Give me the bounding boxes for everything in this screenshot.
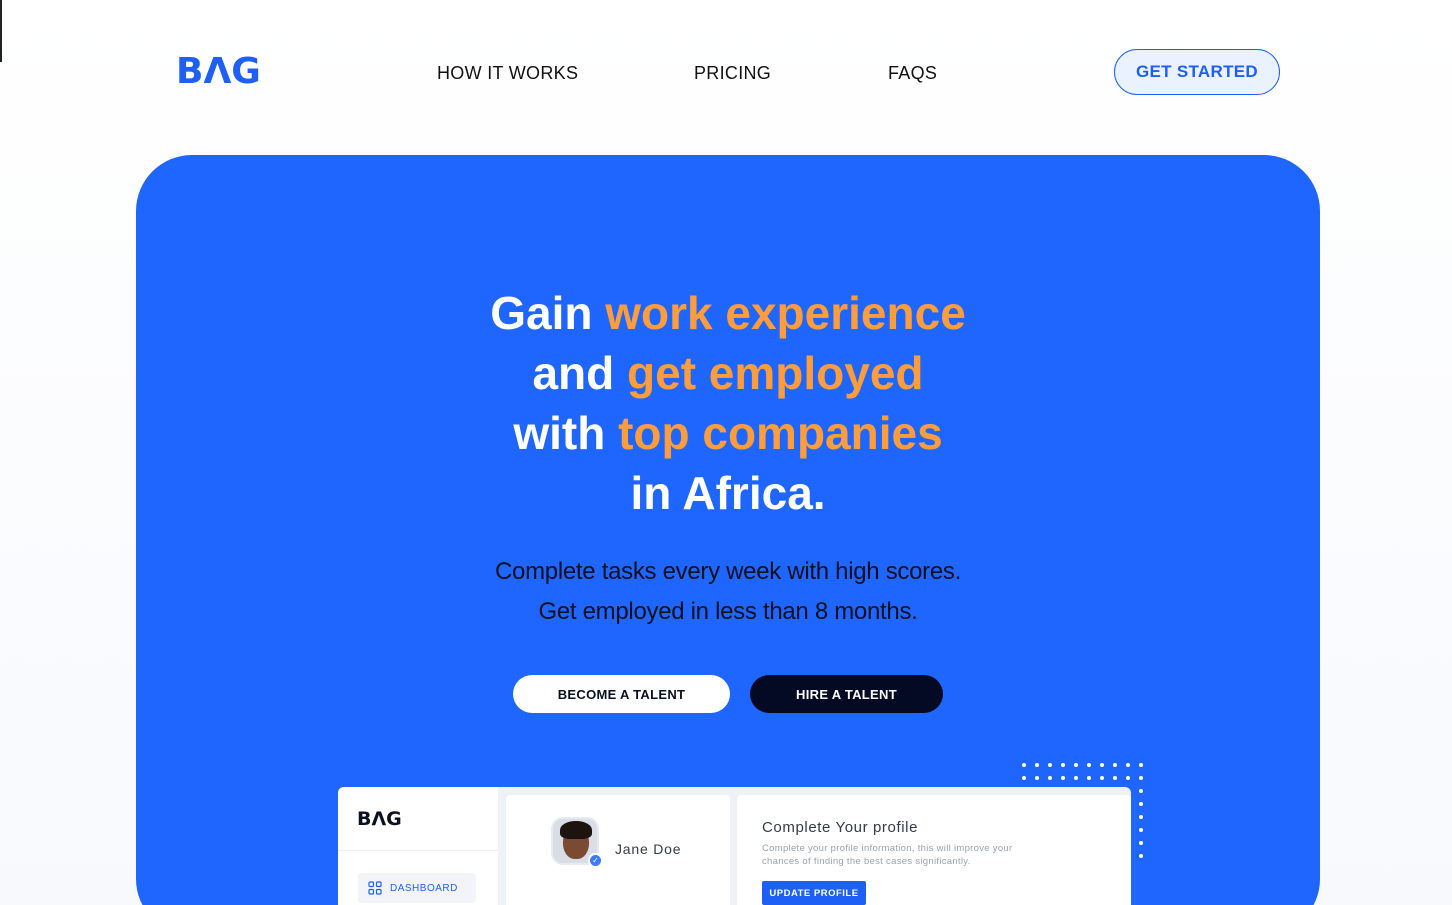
update-profile-button[interactable]: UPDATE PROFILE: [762, 881, 866, 905]
profile-card-title: Complete Your profile: [762, 819, 919, 836]
top-navigation: BΛG HOW IT WORKS PRICING FAQS GET STARTE…: [0, 0, 1452, 145]
subtitle-line-2: Get employed in less than 8 months.: [538, 598, 918, 625]
headline-highlight: get employed: [627, 347, 924, 399]
complete-profile-card: Complete Your profile Complete your prof…: [737, 795, 1131, 905]
nav-link-faqs[interactable]: FAQS: [888, 63, 937, 83]
headline-line-2: and get employed: [136, 343, 1320, 403]
subtitle-line-1: Complete tasks every week with high scor…: [495, 558, 961, 585]
headline-line-3: with top companies: [136, 403, 1320, 463]
hero-headline: Gain work experience and get employed wi…: [136, 283, 1320, 523]
get-started-button[interactable]: GET STARTED: [1114, 49, 1280, 95]
headline-line-1: Gain work experience: [136, 283, 1320, 343]
hire-a-talent-button[interactable]: HIRE A TALENT: [750, 675, 943, 713]
grid-icon: [368, 881, 382, 895]
user-name: Jane Doe: [615, 841, 682, 857]
profile-card-description: Complete your profile information, this …: [762, 843, 1013, 867]
become-a-talent-button[interactable]: BECOME A TALENT: [513, 675, 730, 713]
avatar-hair: [560, 821, 592, 839]
headline-text: with: [513, 407, 606, 459]
nav-link-how-it-works[interactable]: HOW IT WORKS: [437, 63, 578, 83]
nav-link-pricing[interactable]: PRICING: [694, 63, 771, 83]
headline-highlight: work experience: [605, 287, 966, 339]
hero-section: Gain work experience and get employed wi…: [136, 155, 1320, 905]
user-card: ✓ Jane Doe: [506, 795, 730, 905]
dashboard-logo: BΛG: [357, 808, 402, 830]
headline-text: in Africa.: [630, 467, 826, 519]
headline-text: and: [532, 347, 615, 399]
sidebar-item-dashboard[interactable]: DASHBOARD: [358, 873, 476, 903]
divider: [338, 850, 498, 851]
headline-highlight: top companies: [618, 407, 943, 459]
headline-line-4: in Africa.: [136, 463, 1320, 523]
dashboard-preview: BΛG DASHBOARD ✓ Jane Doe Complete Your p…: [338, 787, 1131, 905]
verified-check-icon: ✓: [588, 853, 603, 868]
logo[interactable]: BΛG: [176, 54, 261, 90]
sidebar-item-label: DASHBOARD: [390, 882, 458, 894]
dashboard-sidebar: BΛG DASHBOARD: [338, 787, 498, 905]
hero-subtitle: Complete tasks every week with high scor…: [136, 552, 1320, 632]
headline-text: Gain: [490, 287, 593, 339]
